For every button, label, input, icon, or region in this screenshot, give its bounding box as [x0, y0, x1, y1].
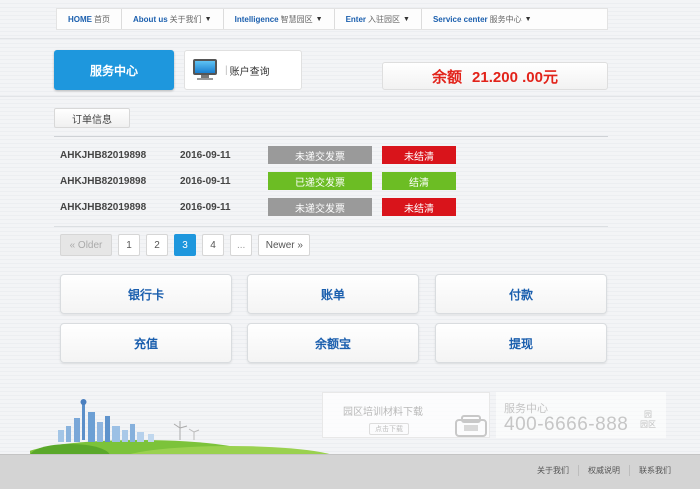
invoice-status-badge[interactable]: 未递交发票 — [268, 198, 372, 216]
divider — [0, 96, 700, 97]
caret-down-icon: ▼ — [204, 15, 212, 23]
order-info-label: 订单信息 — [72, 114, 112, 126]
nav-item-cn: 关于我们 — [169, 14, 202, 24]
nav-item-service-center[interactable]: Service center 服务中心 ▼ — [420, 9, 543, 29]
button-label: 付款 — [508, 287, 533, 302]
divider — [0, 38, 700, 39]
nav-item-cn: 首页 — [94, 14, 110, 24]
caret-down-icon: ▼ — [524, 15, 532, 23]
promo-title: 园区培训材料下载 — [343, 407, 423, 418]
order-date: 2016-09-11 — [180, 149, 231, 161]
nav-item-en: Enter — [345, 14, 367, 24]
order-row: AHKJHB82019898 2016-09-11 未递交发票 未结清 — [60, 146, 456, 164]
button-label: 余额宝 — [314, 336, 351, 351]
bill-button[interactable]: 账单 — [247, 274, 419, 314]
park-logo-top: 园 — [644, 410, 652, 419]
divider — [54, 136, 608, 137]
withdraw-button[interactable]: 提现 — [435, 323, 607, 363]
nav-item-en: Service center — [432, 14, 488, 24]
phone-icon — [455, 415, 487, 437]
settle-status-badge[interactable]: 未结清 — [382, 198, 456, 216]
tab-label: 账户查询 — [229, 66, 270, 78]
download-button[interactable]: 点击下载 — [369, 423, 409, 435]
service-phone: 400-6666-888 — [504, 414, 629, 435]
nav-item-home[interactable]: HOME 首页 — [57, 9, 121, 29]
tab-label: 服务中心 — [89, 63, 138, 78]
nav-item-cn: 入驻园区 — [368, 14, 401, 24]
nav-item-cn: 智慧园区 — [280, 14, 313, 24]
newer-page-button[interactable]: Newer » — [258, 234, 311, 256]
balance-value: 21.200 .00元 — [472, 68, 558, 86]
city-skyline-icon — [30, 399, 336, 456]
divider — [54, 226, 608, 227]
nav-item-en: About us — [133, 14, 168, 24]
page-button-3[interactable]: 3 — [174, 234, 196, 256]
nav-item-en: Intelligence — [234, 14, 279, 24]
nav-item-intelligence[interactable]: Intelligence 智慧园区 ▼ — [222, 9, 334, 29]
order-id: AHKJHB82019898 — [60, 201, 147, 213]
button-label: 充值 — [133, 336, 158, 351]
nav-item-about[interactable]: About us 关于我们 ▼ — [121, 9, 223, 29]
order-info-button[interactable]: 订单信息 — [54, 108, 130, 128]
footer: 关于我们 权威说明 联系我们 — [0, 454, 700, 489]
nav-item-cn: 服务中心 — [489, 14, 522, 24]
pagination: « Older 1 2 3 4 ... Newer » — [60, 234, 316, 256]
order-date: 2016-09-11 — [180, 175, 231, 187]
top-navigation: HOME 首页 About us 关于我们 ▼ Intelligence 智慧园… — [56, 8, 608, 30]
payment-button[interactable]: 付款 — [435, 274, 607, 314]
order-row: AHKJHB82019898 2016-09-11 未递交发票 未结清 — [60, 198, 456, 216]
recharge-button[interactable]: 充值 — [60, 323, 232, 363]
balance-label: 余额 — [432, 68, 463, 86]
caret-down-icon: ▼ — [315, 15, 323, 23]
footer-links: 关于我们 权威说明 联系我们 — [528, 465, 680, 476]
tab-account-query[interactable]: | 账户查询 — [184, 50, 302, 90]
page-button-1[interactable]: 1 — [118, 234, 140, 256]
invoice-status-badge[interactable]: 已递交发票 — [268, 172, 372, 190]
park-logo-bottom: 园区 — [640, 420, 656, 429]
footer-link-about[interactable]: 关于我们 — [528, 465, 578, 476]
tab-service-center[interactable]: 服务中心 — [54, 50, 174, 90]
balance-display: 余额 21.200 .00元 — [382, 62, 608, 90]
service-hotline-panel: 服务中心 400-6666-888 园 园区 — [496, 392, 666, 438]
caret-down-icon: ▼ — [403, 15, 410, 23]
order-date: 2016-09-11 — [180, 201, 231, 213]
park-logo: 园 园区 — [638, 410, 658, 436]
button-label: 账单 — [320, 287, 345, 302]
nav-item-enter[interactable]: Enter 入驻园区 ▼ — [333, 9, 421, 29]
button-label: 提现 — [508, 336, 533, 351]
footer-link-contact[interactable]: 联系我们 — [629, 465, 680, 476]
bank-card-button[interactable]: 银行卡 — [60, 274, 232, 314]
nav-item-en: HOME — [68, 14, 92, 24]
page-button-4[interactable]: 4 — [202, 234, 224, 256]
settle-status-badge[interactable]: 结清 — [382, 172, 456, 190]
invoice-status-badge[interactable]: 未递交发票 — [268, 146, 372, 164]
page-button-2[interactable]: 2 — [146, 234, 168, 256]
order-row: AHKJHB82019898 2016-09-11 已递交发票 结清 — [60, 172, 456, 190]
order-id: AHKJHB82019898 — [60, 149, 147, 161]
page-ellipsis: ... — [230, 234, 253, 256]
tab-separator: | — [225, 64, 228, 76]
button-label: 银行卡 — [127, 287, 164, 302]
footer-link-statement[interactable]: 权威说明 — [578, 465, 629, 476]
order-id: AHKJHB82019898 — [60, 175, 147, 187]
settle-status-badge[interactable]: 未结清 — [382, 146, 456, 164]
yuebao-button[interactable]: 余额宝 — [247, 323, 419, 363]
older-page-button[interactable]: « Older — [60, 234, 112, 256]
monitor-icon — [193, 59, 217, 81]
